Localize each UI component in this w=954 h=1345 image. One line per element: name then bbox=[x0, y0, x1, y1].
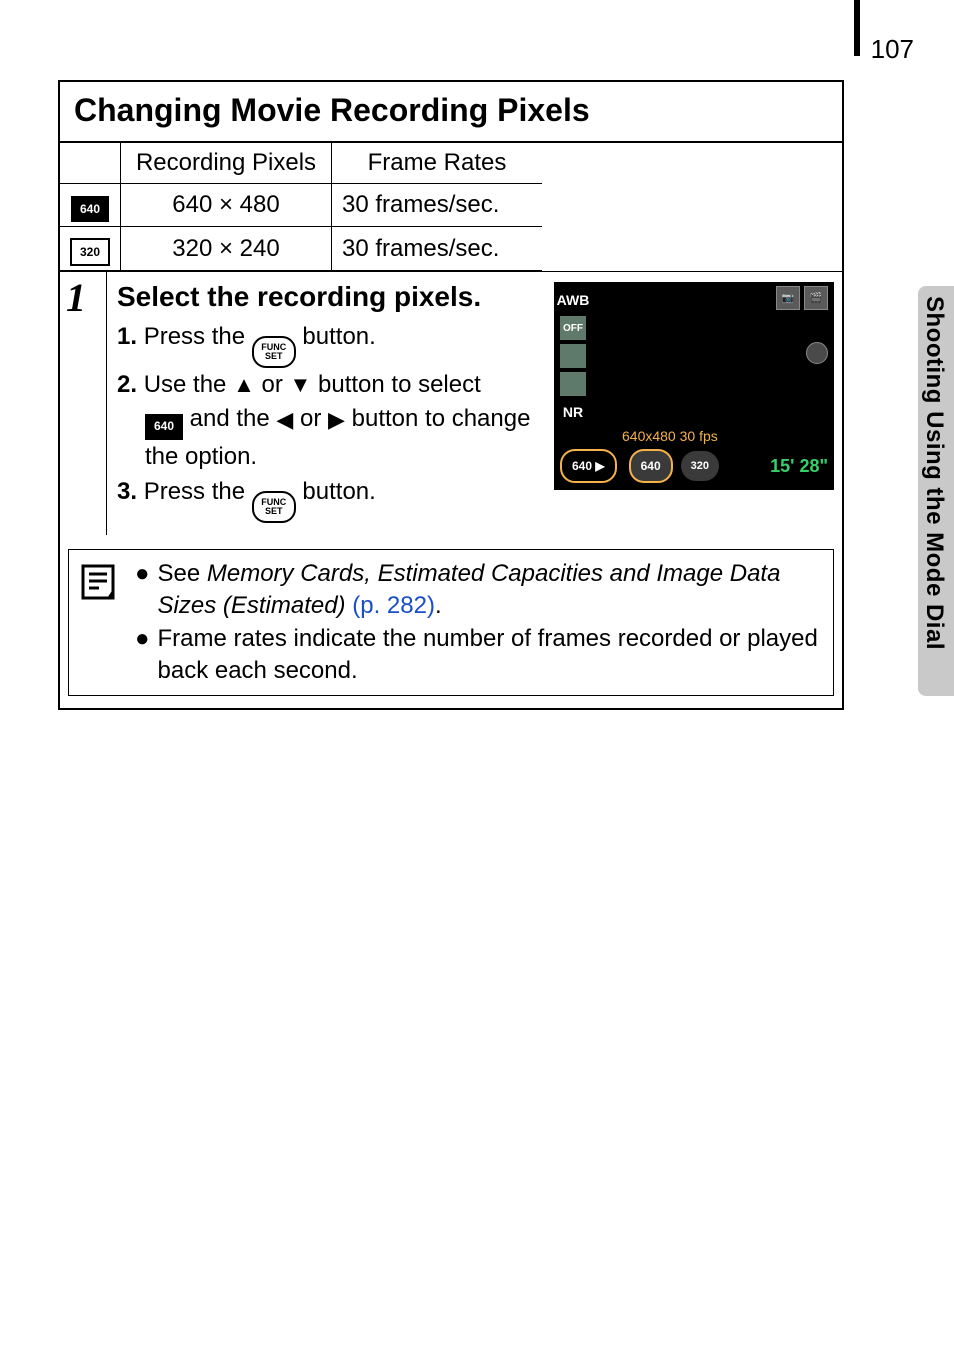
note-icon bbox=[79, 558, 121, 688]
page-number: 107 bbox=[871, 34, 914, 65]
row-rate-640: 30 frames/sec. bbox=[332, 184, 543, 227]
func-set-button-icon: FUNC SET bbox=[252, 336, 296, 368]
note1-page-link[interactable]: (p. 282) bbox=[346, 592, 435, 619]
note1-end: . bbox=[435, 592, 442, 619]
cam-selection-row: 640 ▶ 640 320 15' 28" bbox=[560, 448, 828, 484]
row-icon-320: 320 bbox=[60, 227, 121, 271]
cam-off-icon: OFF bbox=[560, 316, 586, 340]
table-header-pixels: Recording Pixels bbox=[121, 143, 332, 184]
substep-2-text-b: or bbox=[262, 371, 290, 398]
row-pixels-320: 320 × 240 bbox=[121, 227, 332, 271]
cam-remaining-time: 15' 28" bbox=[770, 456, 828, 477]
cam-selected-outer: 640 ▶ bbox=[560, 449, 617, 483]
substep-1-num: 1. bbox=[117, 323, 137, 350]
table-row: 640 640 × 480 30 frames/sec. bbox=[60, 184, 542, 227]
substep-2-num: 2. bbox=[117, 371, 137, 398]
cam-movie-icon: 🎬 bbox=[804, 286, 828, 310]
row-pixels-640: 640 × 480 bbox=[121, 184, 332, 227]
main-content-box: Changing Movie Recording Pixels Recordin… bbox=[58, 80, 844, 710]
row-icon-640: 640 bbox=[60, 184, 121, 227]
cam-top-right-icons: 📷 🎬 bbox=[776, 286, 828, 310]
step-number: 1 bbox=[66, 274, 86, 321]
cam-metering-icon bbox=[560, 372, 586, 396]
step-body: Select the recording pixels. 1. Press th… bbox=[107, 272, 842, 535]
cam-shake-icon bbox=[806, 342, 828, 364]
cam-left-icons: AWB OFF NR bbox=[560, 288, 586, 424]
table-header-row: Recording Pixels Frame Rates bbox=[60, 143, 542, 184]
note-item-1: ● See Memory Cards, Estimated Capacities… bbox=[135, 558, 823, 623]
size-640-icon: 640 bbox=[71, 196, 109, 222]
funcset-bottom: SET bbox=[265, 352, 283, 361]
right-arrow-icon: ▶ bbox=[328, 404, 345, 436]
cam-resolution-hint: 640x480 30 fps bbox=[622, 428, 718, 444]
side-section-label: Shooting Using the Mode Dial bbox=[920, 296, 948, 650]
table-header-rate: Frame Rates bbox=[332, 143, 543, 184]
func-set-button-icon: FUNC SET bbox=[252, 491, 296, 523]
substep-3-text-a: Press the bbox=[144, 478, 252, 505]
up-arrow-icon: ▲ bbox=[233, 369, 255, 401]
note2-text: Frame rates indicate the number of frame… bbox=[158, 623, 824, 688]
step-1-row: 1 Select the recording pixels. 1. Press … bbox=[60, 271, 842, 535]
recording-pixels-table: Recording Pixels Frame Rates 640 640 × 4… bbox=[60, 143, 542, 271]
row-rate-320: 30 frames/sec. bbox=[332, 227, 543, 271]
substep-1: 1. Press the FUNC SET button. bbox=[117, 320, 547, 368]
cam-option-320: 320 bbox=[681, 451, 719, 481]
note-list: ● See Memory Cards, Estimated Capacities… bbox=[135, 558, 823, 688]
substep-1-text-b: button. bbox=[302, 323, 375, 350]
cam-awb-icon: AWB bbox=[560, 288, 586, 312]
note1-italic: Memory Cards, Estimated Capacities and I… bbox=[158, 560, 781, 619]
left-arrow-icon: ◀ bbox=[276, 404, 293, 436]
table-header-blank bbox=[60, 143, 121, 184]
cam-selected-640: 640 bbox=[629, 449, 673, 483]
substep-3-text-b: button. bbox=[302, 478, 375, 505]
funcset-bottom: SET bbox=[265, 507, 283, 516]
table-row: 320 320 × 240 30 frames/sec. bbox=[60, 227, 542, 271]
cam-nr-icon: NR bbox=[560, 400, 586, 424]
substep-2-text-e: or bbox=[300, 405, 328, 432]
substep-3-num: 3. bbox=[117, 478, 137, 505]
step-heading: Select the recording pixels. bbox=[117, 280, 537, 314]
camera-lcd-screenshot: AWB OFF NR 📷 🎬 640x480 30 fps 640 ▶ 64 bbox=[554, 282, 834, 490]
size-640-inline-icon: 640 bbox=[145, 414, 183, 440]
substep-1-text-a: Press the bbox=[144, 323, 252, 350]
cam-sel-640-left: 640 bbox=[572, 459, 592, 473]
note-box: ● See Memory Cards, Estimated Capacities… bbox=[68, 549, 834, 697]
down-arrow-icon: ▼ bbox=[290, 369, 312, 401]
size-320-icon: 320 bbox=[70, 238, 110, 266]
cam-mycolors-icon bbox=[560, 344, 586, 368]
substep-2-text-d: and the bbox=[190, 405, 277, 432]
step-number-cell: 1 bbox=[60, 272, 107, 535]
substep-2-text-c: button to select bbox=[318, 371, 481, 398]
substep-3: 3. Press the FUNC SET button. bbox=[117, 475, 547, 523]
substep-2: 2. Use the ▲ or ▼ button to select 640 a… bbox=[117, 368, 547, 475]
bullet-icon: ● bbox=[135, 558, 150, 623]
page-number-rule bbox=[854, 0, 860, 56]
substep-2-text-a: Use the bbox=[144, 371, 233, 398]
cam-camera-icon: 📷 bbox=[776, 286, 800, 310]
bullet-icon: ● bbox=[135, 623, 150, 688]
section-title: Changing Movie Recording Pixels bbox=[60, 82, 842, 143]
note-item-2: ● Frame rates indicate the number of fra… bbox=[135, 623, 823, 688]
note1-text-a: See bbox=[158, 560, 207, 587]
